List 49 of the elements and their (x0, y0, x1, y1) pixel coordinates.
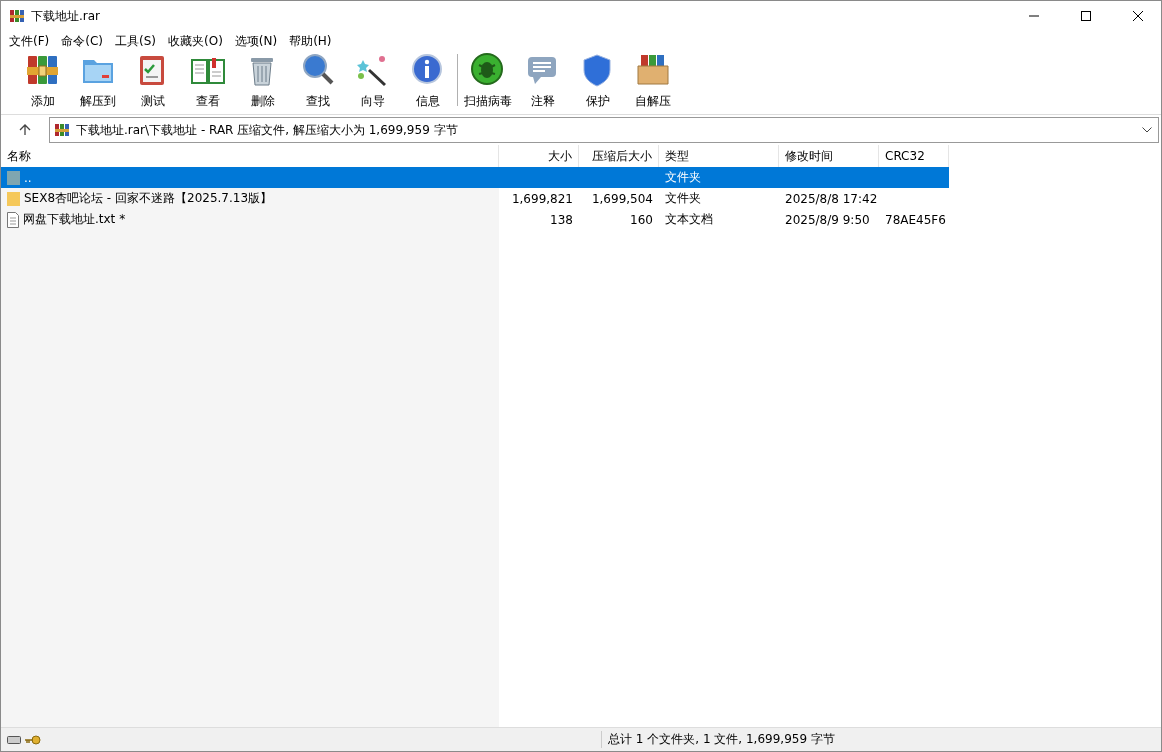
window-title: 下载地址.rar (31, 7, 102, 25)
menu-item[interactable]: 命令(C) (55, 32, 109, 50)
address-field[interactable]: 下载地址.rar\下载地址 - RAR 压缩文件, 解压缩大小为 1,699,959 字节 (49, 117, 1159, 143)
toolbar-button[interactable]: 添加 (15, 52, 70, 110)
table-cell: 78AE45F6 (885, 212, 946, 227)
file-name: SEX8杏吧论坛 - 回家不迷路【2025.7.13版】 (24, 190, 273, 207)
table-cell: 1,699,504 (591, 191, 653, 206)
archive-icon (9, 8, 25, 24)
status-text: 总计 1 个文件夹, 1 文件, 1,699,959 字节 (601, 731, 1155, 748)
box-icon (634, 52, 671, 88)
menu-item[interactable]: 收藏夹(O) (162, 32, 229, 50)
file-row[interactable]: SEX8杏吧论坛 - 回家不迷路【2025.7.13版】 1,699,821 1,699,504 文件夹 2025/8/8 17:42 (1, 188, 949, 209)
folder-icon (7, 169, 20, 186)
table-cell: 文本文档 (665, 211, 713, 228)
table-cell: 2025/8/8 17:42 (785, 191, 878, 206)
toolbar-button[interactable]: 扫描病毒 (460, 52, 515, 110)
bug-icon (469, 52, 506, 88)
toolbar-button[interactable]: 查找 (290, 52, 345, 110)
toolbar-button[interactable]: 解压到 (70, 52, 125, 110)
toolbar-button[interactable]: 向导 (345, 52, 400, 110)
document-icon (7, 211, 19, 228)
toolbar-button[interactable]: 查看 (180, 52, 235, 110)
toolbar-button[interactable]: 注释 (515, 52, 570, 110)
file-row[interactable]: .. 文件夹 (1, 167, 949, 188)
file-name: .. (24, 170, 32, 185)
toolbar-button[interactable]: 信息 (400, 52, 455, 110)
table-cell: 138 (550, 212, 573, 227)
toolbar-button[interactable]: 删除 (235, 52, 290, 110)
table-cell: 1,699,821 (511, 191, 573, 206)
toolbar-button[interactable]: 自解压 (625, 52, 680, 110)
close-icon (1133, 11, 1143, 21)
toolbar-button[interactable]: 保护 (570, 52, 625, 110)
maximize-icon (1081, 11, 1091, 21)
drive-icon (7, 735, 21, 744)
table-cell: 160 (630, 212, 653, 227)
file-name: 网盘下载地址.txt * (23, 211, 126, 228)
menu-item[interactable]: 选项(N) (228, 32, 284, 50)
table-cell: 文件夹 (665, 190, 701, 207)
menu-item[interactable]: 帮助(H) (283, 32, 338, 50)
file-row[interactable]: 网盘下载地址.txt * 138 160 文本文档 2025/8/9 9:50 78AE45F6 (1, 209, 949, 230)
arrow-up-icon (19, 124, 31, 136)
menu-item[interactable]: 工具(S) (109, 32, 162, 50)
dropdown-icon[interactable] (1142, 127, 1152, 133)
table-cell: 文件夹 (665, 169, 701, 186)
key-icon (25, 734, 41, 745)
archive-icon (54, 122, 70, 138)
toolbar-button[interactable]: 测试 (125, 52, 180, 110)
menu-item[interactable]: 文件(F) (3, 32, 56, 50)
table-cell: 2025/8/9 9:50 (785, 212, 870, 227)
